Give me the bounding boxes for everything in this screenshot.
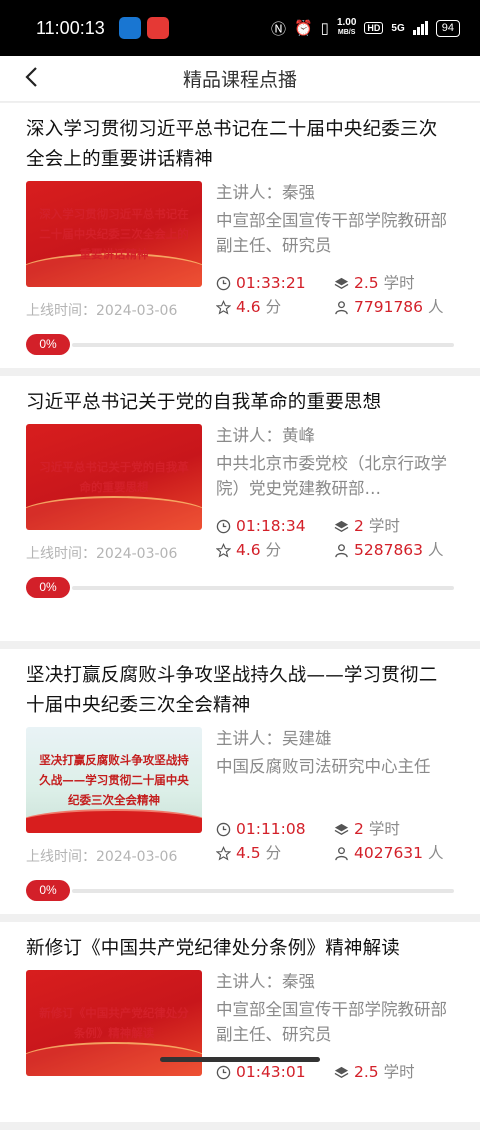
course-thumbnail[interactable]: 坚决打赢反腐败斗争攻坚战持久战——学习贯彻二十届中央纪委三次全会精神 xyxy=(26,727,202,833)
online-date: 上线时间：2024-03-06 xyxy=(26,849,178,865)
page-title: 精品课程点播 xyxy=(182,69,297,91)
page-header: 精品课程点播 xyxy=(0,56,480,102)
progress-badge: 0% xyxy=(26,577,70,598)
layers-icon xyxy=(334,520,349,532)
course-card[interactable]: 新修订《中国共产党纪律处分条例》精神解读 新修订《中国共产党纪律处分条例》精神解… xyxy=(0,922,480,1122)
progress-track xyxy=(72,342,454,347)
person-icon xyxy=(335,543,348,557)
battery-icon: 94 xyxy=(435,19,460,37)
clock-icon xyxy=(216,276,231,290)
course-thumbnail[interactable]: 深入学习贯彻习近平总书记在二十届中央纪委三次全会上的重要讲话精神 xyxy=(26,181,202,287)
alarm-icon: ⏰ xyxy=(293,20,313,37)
progress-track xyxy=(72,585,454,590)
signal-label: 5G xyxy=(391,22,405,34)
lecturer: 主讲人：秦强 xyxy=(216,972,315,991)
layers-icon xyxy=(334,823,349,835)
view-count: 4027631 人 xyxy=(334,840,454,866)
back-button[interactable] xyxy=(18,62,48,92)
star-icon xyxy=(216,542,231,557)
rating: 4.6 分 xyxy=(216,537,334,563)
app-notification-icon xyxy=(118,17,141,39)
duration: 01:33:21 xyxy=(216,272,334,294)
clock-icon xyxy=(216,1065,231,1079)
hd-badge: HD xyxy=(364,22,384,34)
view-count: 5287863 人 xyxy=(334,537,454,563)
person-icon xyxy=(335,300,348,314)
course-title[interactable]: 新修订《中国共产党纪律处分条例》精神解读 xyxy=(26,934,454,966)
online-date: 上线时间：2024-03-06 xyxy=(26,303,178,319)
course-list: 深入学习贯彻习近平总书记在二十届中央纪委三次全会上的重要讲话精神 深入学习贯彻习… xyxy=(0,103,480,1130)
progress-bar: 0% xyxy=(26,577,454,598)
course-title[interactable]: 坚决打赢反腐败斗争攻坚战持久战——学习贯彻二十届中央纪委三次全会精神 xyxy=(26,661,454,723)
lecturer-org: 中宣部全国宣传干部学院教研部副主任、研究员 xyxy=(216,211,447,255)
person-icon xyxy=(335,846,348,860)
rating: 4.5 分 xyxy=(216,840,334,866)
lecturer-org: 中国反腐败司法研究中心主任 xyxy=(216,757,431,776)
gesture-bar[interactable] xyxy=(160,1057,320,1062)
lecturer: 主讲人：秦强 xyxy=(216,183,315,202)
signal-icon xyxy=(412,21,428,35)
course-title[interactable]: 习近平总书记关于党的自我革命的重要思想 xyxy=(26,388,454,420)
progress-badge: 0% xyxy=(26,334,70,355)
clock-icon xyxy=(216,519,231,533)
lecturer: 主讲人：黄峰 xyxy=(216,426,315,445)
status-time: 11:00:13 xyxy=(36,17,105,38)
study-hours: 2 学时 xyxy=(334,818,454,840)
progress-badge: 0% xyxy=(26,880,70,901)
study-hours: 2.5 学时 xyxy=(334,272,454,294)
layers-icon xyxy=(334,277,349,289)
progress-track xyxy=(72,888,454,893)
star-icon xyxy=(216,845,231,860)
lecturer-org: 中共北京市委党校（北京行政学院）党史党建教研部… xyxy=(216,454,447,498)
progress-bar: 0% xyxy=(26,880,454,901)
course-card[interactable]: 坚决打赢反腐败斗争攻坚战持久战——学习贯彻二十届中央纪委三次全会精神 坚决打赢反… xyxy=(0,649,480,914)
layers-icon xyxy=(334,1066,349,1078)
lecturer: 主讲人：吴建雄 xyxy=(216,729,332,748)
course-card[interactable]: 深入学习贯彻习近平总书记在二十届中央纪委三次全会上的重要讲话精神 深入学习贯彻习… xyxy=(0,103,480,368)
study-hours: 2 学时 xyxy=(334,515,454,537)
progress-bar: 0% xyxy=(26,334,454,355)
rating: 4.6 分 xyxy=(216,294,334,320)
study-hours: 2.5 学时 xyxy=(334,1061,454,1083)
app-notification-icon xyxy=(146,17,169,39)
clock-icon xyxy=(216,822,231,836)
star-icon xyxy=(216,299,231,314)
course-card[interactable]: 习近平总书记关于党的自我革命的重要思想 习近平总书记关于党的自我革命的重要思想 … xyxy=(0,376,480,641)
vibrate-icon: ▯ xyxy=(320,20,329,37)
duration: 01:11:08 xyxy=(216,818,334,840)
lecturer-org: 中宣部全国宣传干部学院教研部副主任、研究员 xyxy=(216,1000,447,1044)
status-bar: 11:00:13 Ⓝ ⏰ ▯ 1.00 MB/S HD 5G 94 xyxy=(0,0,480,56)
view-count: 7791786 人 xyxy=(334,294,454,320)
nfc-icon: Ⓝ xyxy=(270,20,286,38)
online-date: 上线时间：2024-03-06 xyxy=(26,546,178,562)
course-title[interactable]: 深入学习贯彻习近平总书记在二十届中央纪委三次全会上的重要讲话精神 xyxy=(26,115,454,177)
net-speed: 1.00 MB/S xyxy=(336,17,357,37)
chevron-left-icon xyxy=(25,67,37,87)
duration: 01:18:34 xyxy=(216,515,334,537)
duration: 01:43:01 xyxy=(216,1061,334,1083)
course-thumbnail[interactable]: 习近平总书记关于党的自我革命的重要思想 xyxy=(26,424,202,530)
